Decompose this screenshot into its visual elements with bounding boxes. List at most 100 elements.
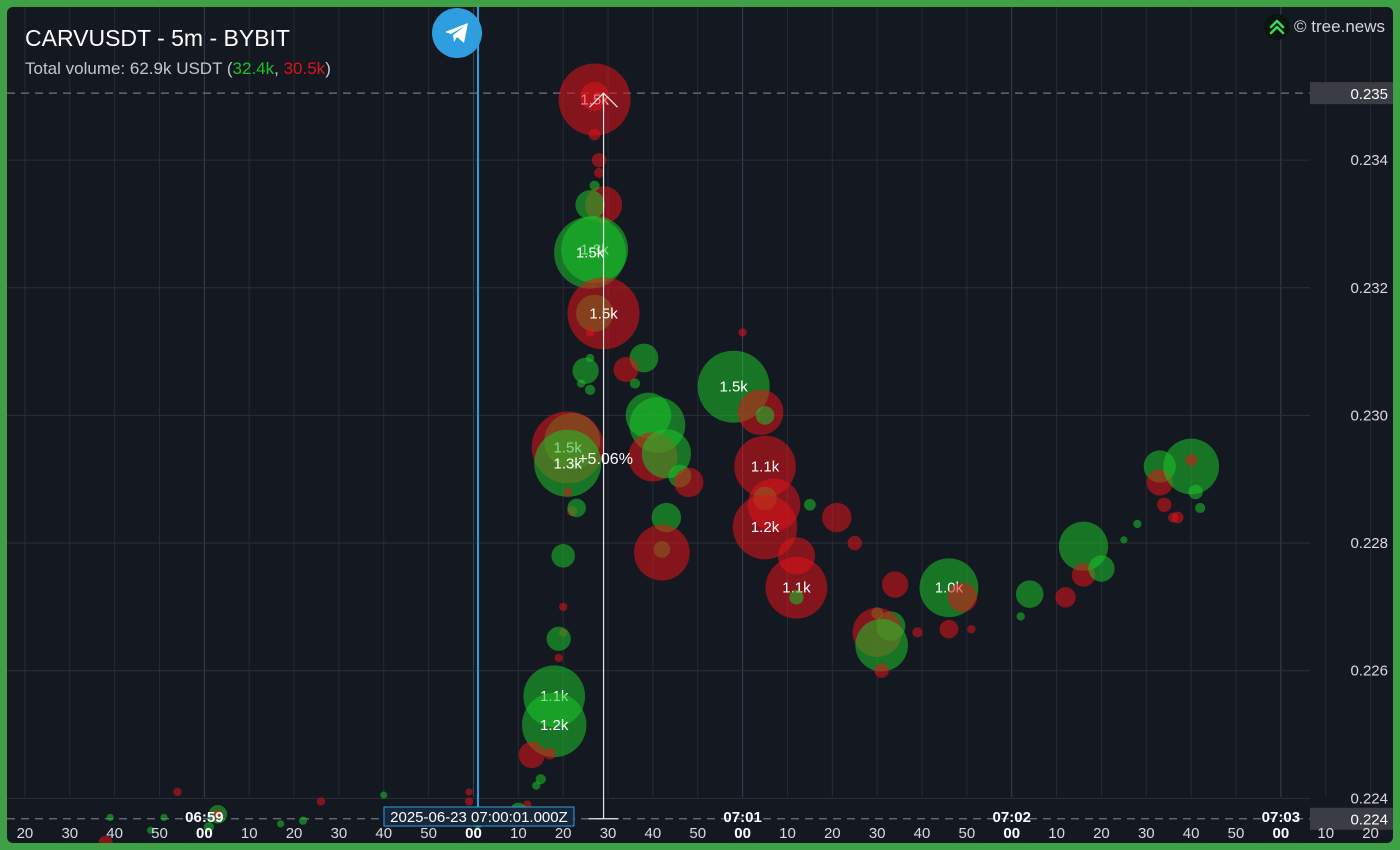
sell-trade-bubble [939,619,959,639]
y-tick-label: 0.228 [1350,535,1388,552]
sell-trade-bubble [588,128,601,141]
x-tick-label: 00 [196,825,213,842]
sell-trade-bubble [543,747,556,760]
x-tick-label: 20 [17,825,34,842]
buy-trade-bubble [1088,555,1115,582]
buy-trade-bubble [277,820,285,828]
buy-trade-bubble [1016,612,1025,621]
sell-trade-bubble [554,653,563,663]
sell-trade-bubble [580,81,609,111]
sell-trade-bubble [912,627,923,638]
total-volume-prefix: Total volume: 62.9k USDT ( [25,59,233,78]
sell-trade-bubble [674,467,704,498]
sell-trade-bubble [633,524,690,581]
y-tick-label: 0.224 [1350,790,1388,807]
sell-trade-bubble [585,328,595,337]
buy-trade-bubble [532,781,541,790]
buy-trade-bubble [575,190,605,220]
x-tick-label: 30 [869,825,886,842]
sell-trade-bubble [593,167,605,179]
buy-trade-bubble [1188,484,1203,500]
x-tick-label: 10 [241,825,258,842]
sell-trade-bubble [822,502,852,533]
sell-trade-bubble [967,625,976,634]
x-tick-label: 50 [1228,825,1245,842]
buy-trade-bubble [1163,438,1220,495]
sell-trade-bubble [881,571,909,598]
buy-trade-bubble [804,498,816,511]
total-volume-suffix: ) [325,59,331,78]
trade-volume-label: 1.1k [751,458,780,475]
buy-trade-bubble [572,357,599,384]
buy-trade-bubble [567,498,586,518]
buy-trade-bubble [546,626,571,651]
x-tick-label: 20 [1093,825,1110,842]
event-label: 2025-06-23 07:00:01.000Z [390,809,568,826]
y-tick-label: 0.232 [1350,280,1388,297]
x-tick-label: 40 [106,825,123,842]
buy-trade-bubble [160,813,168,822]
sell-trade-bubble [559,602,568,612]
brand[interactable]: © tree.news [1264,14,1385,40]
x-tick-label: 40 [1183,825,1200,842]
sell-trade-bubble [316,797,326,806]
sell-trade-bubble [847,535,862,551]
buy-trade-bubble [1120,536,1128,544]
x-major-time-label: 07:02 [993,809,1031,826]
sell-trade-bubble [1055,587,1076,608]
x-major-time-label: 07:01 [723,809,761,826]
buy-trade-bubble [1195,502,1206,514]
sell-trade-bubble [173,787,182,797]
buy-trade-bubble [589,180,600,191]
sell-trade-bubble [563,487,572,497]
x-tick-label: 10 [1317,825,1334,842]
buy-trade-bubble [106,813,114,822]
x-tick-label: 20 [555,825,572,842]
x-tick-label: 30 [331,825,348,842]
x-tick-label: 20 [1362,825,1379,842]
buy-trade-bubble [576,379,586,388]
x-tick-label: 50 [151,825,168,842]
sell-volume: 30.5k [283,59,326,78]
telegram-icon[interactable] [432,8,482,58]
price-volume-chart[interactable]: 0.2240.2260.2280.2300.2320.2340.2350.224… [7,7,1393,843]
buy-trade-bubble [551,544,575,568]
x-tick-label: 10 [779,825,796,842]
sell-trade-bubble [464,797,474,806]
chart-title: CARVUSDT - 5m - BYBIT [25,25,290,51]
y-tick-label: 0.234 [1350,152,1388,169]
sell-trade-bubble [1171,511,1184,524]
x-tick-label: 00 [1003,825,1020,842]
trade-volume-label: 1.2k [751,519,780,536]
total-volume-separator: , [274,59,284,78]
x-tick-label: 40 [375,825,392,842]
x-tick-label: 00 [734,825,751,842]
x-tick-label: 40 [645,825,662,842]
x-tick-label: 20 [286,825,303,842]
x-tick-label: 10 [510,825,527,842]
total-volume: Total volume: 62.9k USDT (32.4k, 30.5k) [25,59,331,79]
x-major-time-label: 06:59 [185,809,223,826]
buy-trade-bubble [1133,519,1142,529]
x-tick-label: 00 [1273,825,1290,842]
x-tick-label: 40 [914,825,931,842]
x-tick-label: 50 [689,825,706,842]
x-tick-label: 50 [959,825,976,842]
sell-trade-bubble [947,582,978,613]
trade-volume-label: 1.5k [719,379,748,396]
tree-news-logo-icon [1264,14,1291,40]
x-tick-label: 00 [465,825,482,842]
x-tick-label: 30 [61,825,78,842]
buy-trade-bubble [585,384,596,395]
sell-trade-bubble [874,663,889,678]
y-tick-label: 0.230 [1350,407,1388,424]
buy-trade-bubble [1015,580,1044,608]
buy-volume: 32.4k [232,59,275,78]
y-tick-label: 0.226 [1350,663,1388,680]
buy-trade-bubble [380,791,388,799]
x-tick-label: 50 [420,825,437,842]
sell-trade-bubble [1185,454,1198,466]
trade-volume-label: 1.2k [540,717,569,734]
measure-label: +5.06% [578,451,633,468]
buy-trade-bubble [629,378,641,389]
